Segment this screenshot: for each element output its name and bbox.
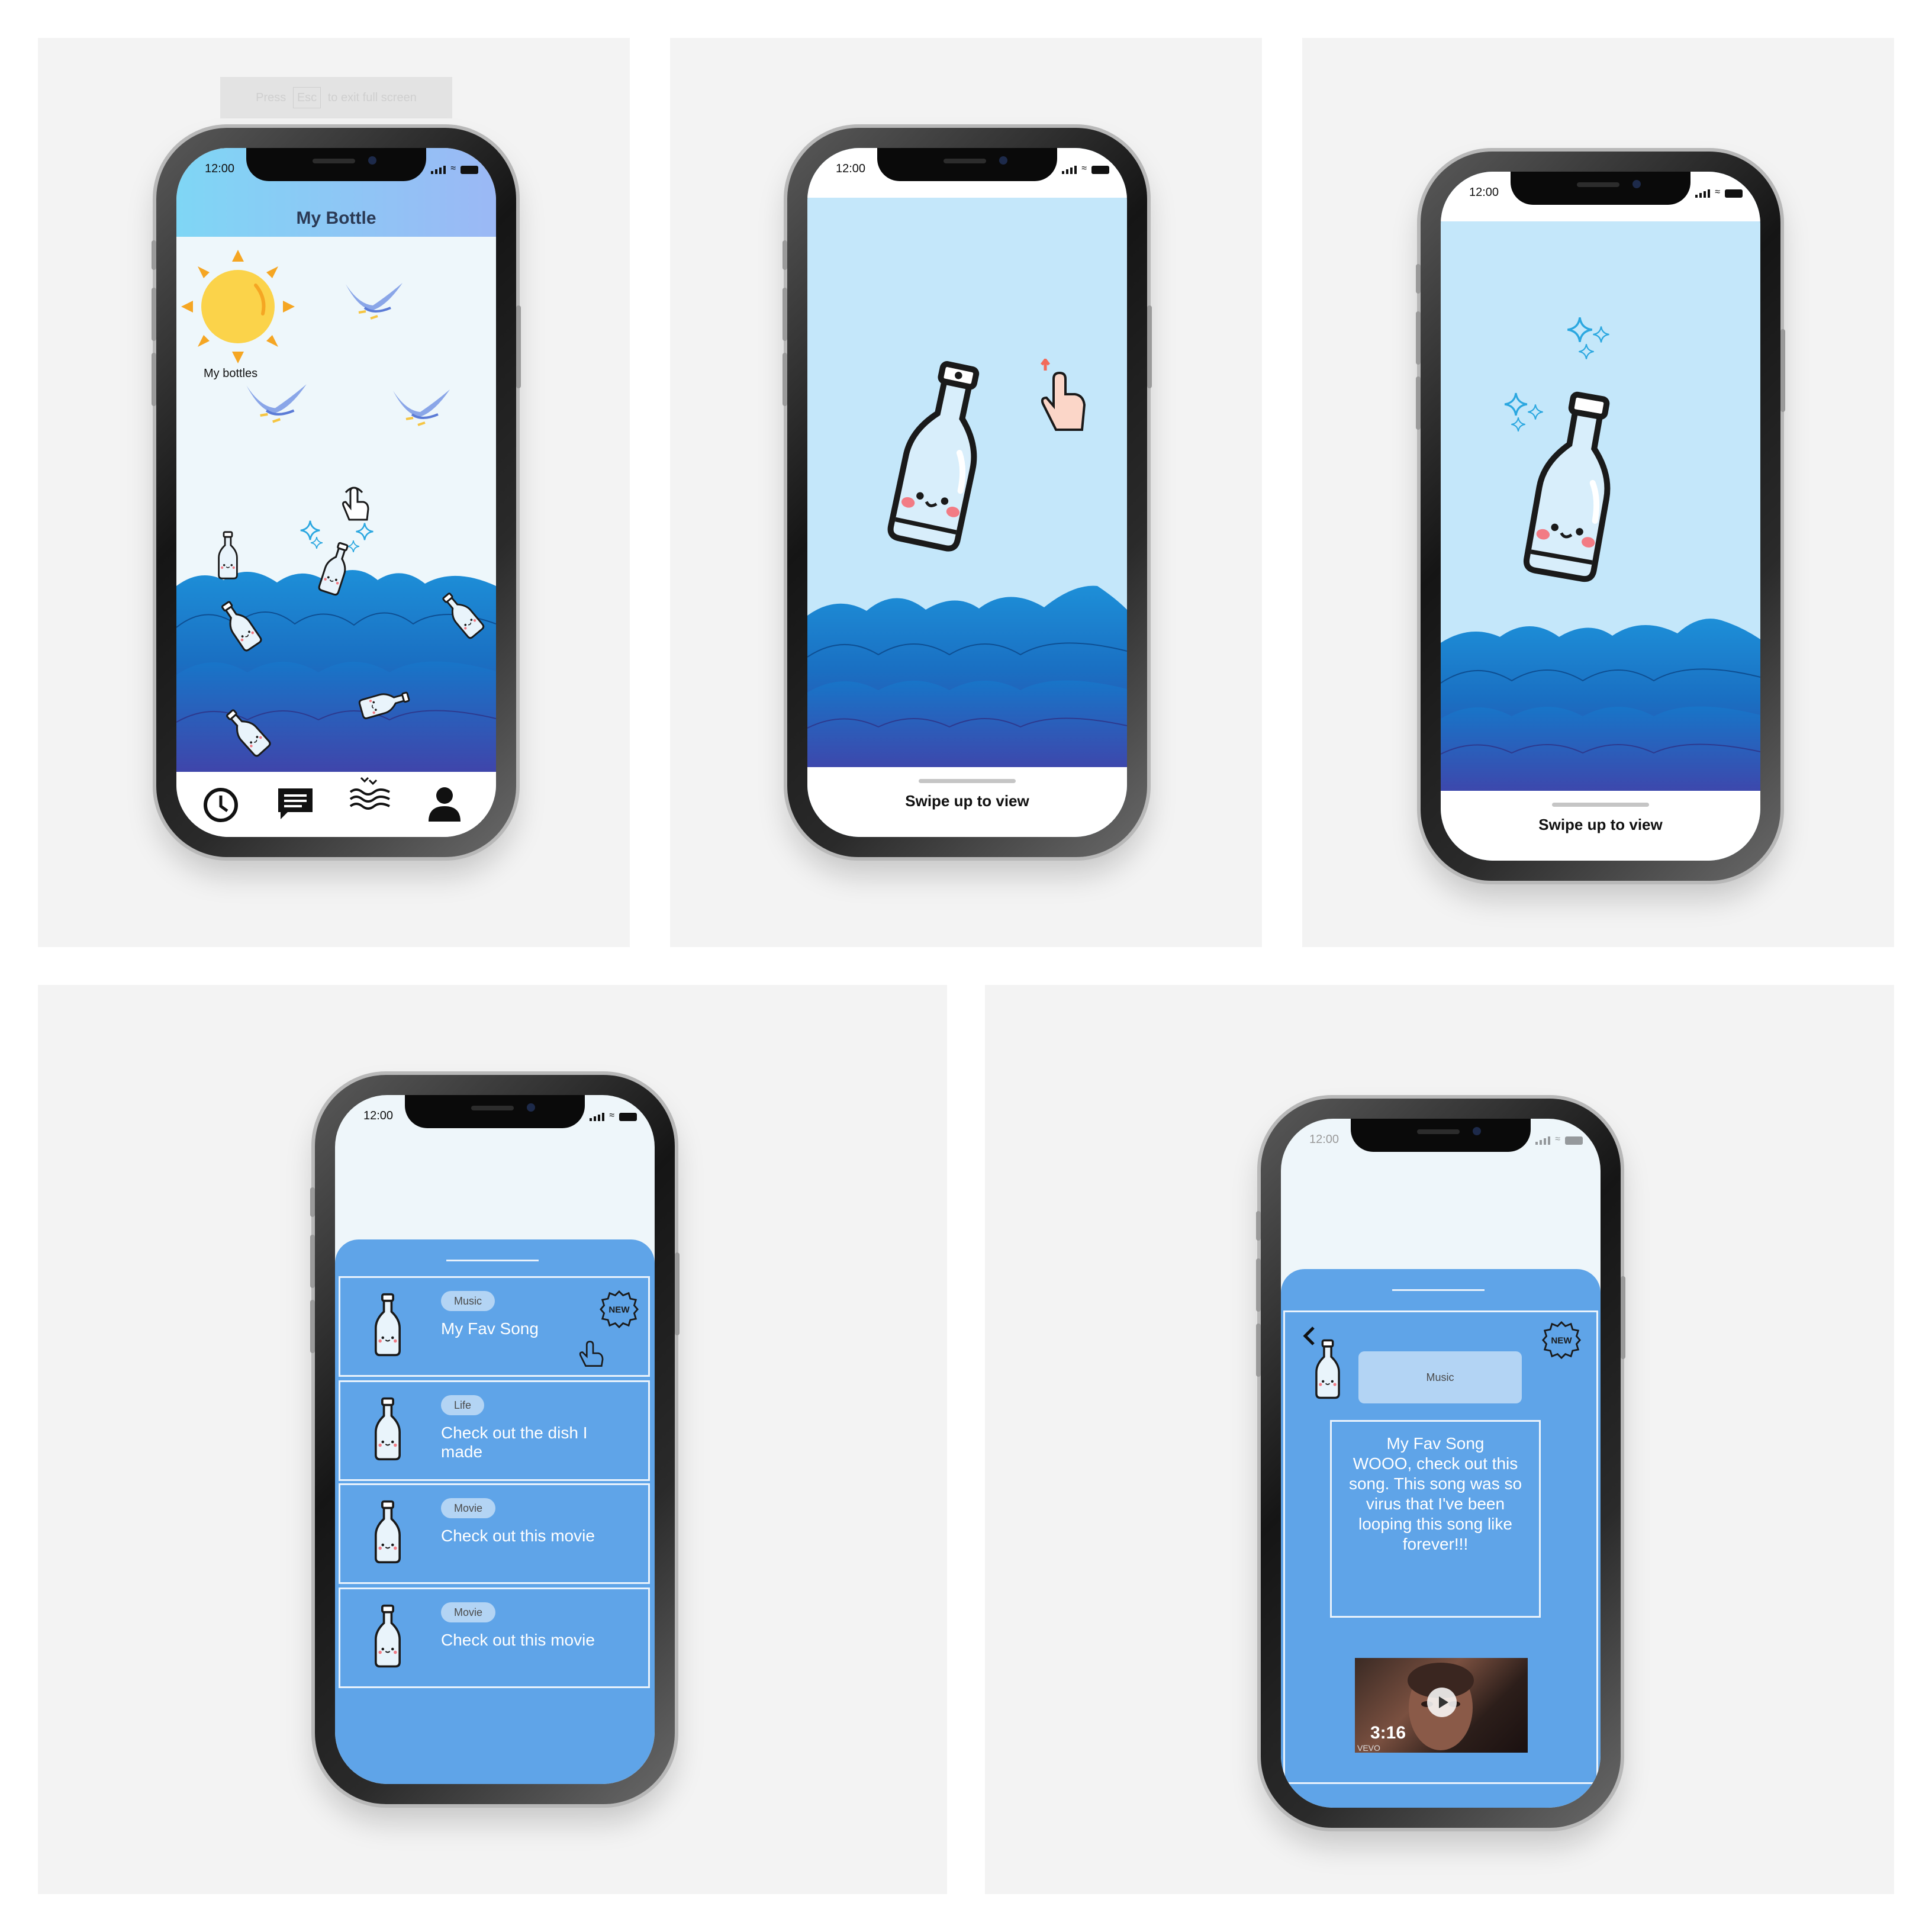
- bottom-tab-bar: [176, 772, 496, 837]
- sun-icon[interactable]: [180, 249, 296, 365]
- bottle-detail-screen: 12:00 ≈ Music My Fav Song WOOO, check ou…: [1281, 1119, 1601, 1808]
- bottle-card[interactable]: Life Check out the dish I made: [339, 1380, 650, 1481]
- message-body: WOOO, check out this song. This song was…: [1348, 1454, 1522, 1553]
- status-time: 12:00: [363, 1109, 394, 1122]
- new-badge-icon: [600, 1290, 639, 1329]
- bottle-card[interactable]: Music My Fav Song: [339, 1276, 650, 1377]
- status-icons: ≈: [1062, 163, 1109, 174]
- category-pill: Movie: [441, 1602, 496, 1622]
- bottle-icon: [371, 1292, 404, 1357]
- seagull-icon: [341, 278, 406, 326]
- category-pill: Music: [441, 1291, 495, 1311]
- status-time: 12:00: [1469, 186, 1499, 199]
- bottle-icon: [371, 1396, 404, 1461]
- status-icons: ≈: [1535, 1134, 1583, 1145]
- status-time: 12:00: [205, 162, 235, 175]
- sparkle-icon: [1578, 343, 1595, 360]
- bottle-open-screen: 12:00 ≈ Swipe up to view: [1441, 172, 1760, 861]
- swipe-label: Swipe up to view: [1538, 816, 1663, 833]
- video-thumbnail[interactable]: 3:16 VEVO: [1355, 1658, 1528, 1753]
- status-time: 12:00: [1309, 1133, 1339, 1146]
- new-badge-icon: [1542, 1321, 1581, 1360]
- sparkle-icon: [355, 522, 374, 541]
- message-box: My Fav Song WOOO, check out this song. T…: [1330, 1420, 1541, 1618]
- message-title: My Fav Song: [1386, 1434, 1485, 1453]
- bottle-list-screen: 12:00 ≈ Music My Fav Song Life Check out…: [335, 1095, 655, 1784]
- status-time: 12:00: [836, 162, 866, 175]
- sparkle-icon: [1592, 326, 1610, 343]
- phone-frame: 12:00 ≈ Music My Fav Song WOOO, check ou…: [1256, 1099, 1625, 1828]
- chat-icon[interactable]: [275, 783, 316, 824]
- fullscreen-hint: Press Esc to exit full screen: [220, 77, 452, 118]
- bottle-icon: [1312, 1338, 1343, 1400]
- bottle-card[interactable]: Movie Check out this movie: [339, 1588, 650, 1688]
- card-title: Check out the dish I made: [441, 1424, 588, 1461]
- bottle-icon: [371, 1603, 404, 1669]
- swipe-up-area[interactable]: Swipe up to view: [807, 767, 1127, 837]
- play-icon[interactable]: [1427, 1688, 1457, 1717]
- esc-key: Esc: [292, 87, 321, 108]
- detail-card: Music My Fav Song WOOO, check out this s…: [1283, 1310, 1598, 1784]
- seagull-icon: [242, 379, 310, 430]
- bottle-with-cork[interactable]: [877, 352, 1004, 561]
- seagull-icon: [388, 385, 453, 432]
- phone-frame: 12:00 ≈ My Bottle My bottles: [152, 128, 521, 857]
- bottle-icon: [371, 1499, 404, 1564]
- bottle-detail-sheet: Music My Fav Song WOOO, check out this s…: [1281, 1269, 1601, 1808]
- phone-frame: 12:00 ≈ Music My Fav Song Life Check out…: [310, 1075, 680, 1804]
- swipe-handle[interactable]: [919, 779, 1016, 783]
- home-screen: 12:00 ≈ My Bottle My bottles: [176, 148, 496, 837]
- sparkle-icon: [1566, 316, 1593, 343]
- tap-hand-icon: [579, 1341, 604, 1367]
- card-title: Check out this movie: [441, 1631, 595, 1649]
- history-icon[interactable]: [200, 783, 242, 824]
- category-pill: Music: [1358, 1351, 1522, 1403]
- app-title: My Bottle: [296, 208, 376, 228]
- swipe-hand-icon: [1041, 359, 1086, 431]
- sparkle-icon: [310, 536, 323, 549]
- swipe-handle[interactable]: [1552, 803, 1649, 807]
- category-pill: Movie: [441, 1498, 496, 1518]
- hint-suffix: to exit full screen: [327, 91, 417, 104]
- phone-frame: 12:00 ≈ Swipe up to view: [783, 128, 1152, 857]
- sheet-handle[interactable]: [446, 1260, 539, 1261]
- bottle-list-sheet: Music My Fav Song Life Check out the dis…: [335, 1239, 655, 1784]
- category-pill: Life: [441, 1395, 485, 1415]
- sea-waves: [807, 585, 1127, 775]
- phone-frame: 12:00 ≈ Swipe up to view: [1416, 152, 1785, 881]
- bottle-card[interactable]: Movie Check out this movie: [339, 1483, 650, 1584]
- bottle-catch-screen: 12:00 ≈ Swipe up to view: [807, 148, 1127, 837]
- video-duration: 3:16: [1370, 1723, 1406, 1743]
- sea-waves: [1441, 619, 1760, 799]
- status-icons: ≈: [590, 1110, 637, 1121]
- sparkle-icon: [1511, 417, 1526, 432]
- video-caption: VEVO: [1357, 1743, 1380, 1753]
- swipe-up-area[interactable]: Swipe up to view: [1441, 791, 1760, 861]
- status-icons: ≈: [1695, 187, 1743, 198]
- tap-hand-icon: [342, 487, 369, 521]
- profile-icon[interactable]: [424, 783, 465, 824]
- sparkle-icon: [1503, 392, 1528, 417]
- sheet-handle[interactable]: [1392, 1289, 1485, 1291]
- status-icons: ≈: [431, 163, 478, 174]
- swipe-label: Swipe up to view: [905, 792, 1029, 810]
- ocean-icon[interactable]: [349, 772, 391, 813]
- bottle-floating[interactable]: [215, 530, 240, 580]
- hint-prefix: Press: [256, 91, 286, 104]
- card-title: Check out this movie: [441, 1527, 595, 1545]
